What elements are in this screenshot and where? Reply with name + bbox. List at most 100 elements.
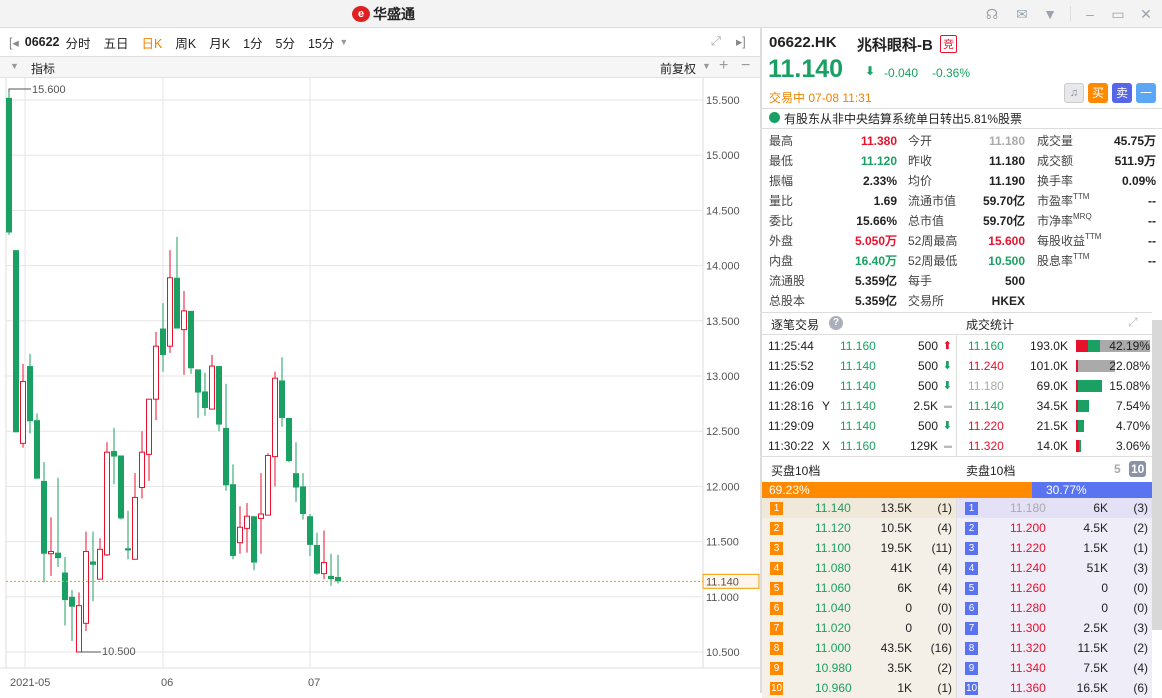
collapse-button[interactable]: 一 xyxy=(1136,83,1156,103)
bid-row[interactable]: 1 11.140 13.5K (1) xyxy=(762,498,957,518)
indicator-row: ▼ 指标 前复权 ▼ + − xyxy=(0,57,760,78)
stat-label: 今开 xyxy=(908,131,932,151)
tab-period[interactable]: 月K xyxy=(209,33,230,52)
mail-icon[interactable]: ✉ xyxy=(1014,6,1030,22)
stat-label: 流通市值 xyxy=(908,191,956,211)
stat-volume: 34.5K xyxy=(1036,399,1068,413)
minimize-button[interactable]: – xyxy=(1082,6,1098,22)
tab-period[interactable]: 分时 xyxy=(66,33,91,52)
bid-row[interactable]: 5 11.060 6K (4) xyxy=(762,578,957,598)
level-volume: 11.5K xyxy=(1077,641,1108,655)
zoom-in-button[interactable]: + xyxy=(719,57,728,75)
fullscreen-icon[interactable]: ⤢ xyxy=(711,34,721,49)
stat-value: 11.180 xyxy=(988,134,1025,148)
depth-10-button[interactable]: 10 xyxy=(1129,461,1147,477)
level-volume: 1K xyxy=(897,681,912,695)
tab-period[interactable]: 15分 xyxy=(308,33,334,52)
indicator-button[interactable]: 指标 xyxy=(31,60,55,77)
candle-body xyxy=(132,496,138,560)
stat-percent: 15.08% xyxy=(1109,379,1150,393)
divider xyxy=(762,128,1162,129)
tab-period[interactable]: 日K xyxy=(142,33,163,52)
level-count: (3) xyxy=(1133,501,1148,515)
y-tick-label: 13.000 xyxy=(706,371,740,383)
y-tick-label: 11.500 xyxy=(706,537,739,549)
stat-volume: 193.0K xyxy=(1029,339,1068,353)
bid-row[interactable]: 7 11.020 0 (0) xyxy=(762,618,957,638)
collapse-right-icon[interactable]: ▸] xyxy=(736,34,746,49)
bid-row[interactable]: 4 11.080 41K (4) xyxy=(762,558,957,578)
candle xyxy=(251,516,257,571)
tab-period[interactable]: 5分 xyxy=(276,33,295,52)
depth-5-button[interactable]: 5 xyxy=(1114,462,1121,476)
stat-value: 0.09% xyxy=(1121,174,1156,188)
candle xyxy=(118,455,124,520)
close-button[interactable]: ✕ xyxy=(1138,6,1154,22)
level-price: 10.960 xyxy=(815,681,852,695)
candle-body xyxy=(279,380,285,418)
bid-row[interactable]: 2 11.120 10.5K (4) xyxy=(762,518,957,538)
sell-button[interactable]: 卖 xyxy=(1112,83,1132,103)
ask-row[interactable]: 4 11.240 51K (3) xyxy=(957,558,1152,578)
ask-row[interactable]: 9 11.340 7.5K (4) xyxy=(957,658,1152,678)
chevron-down-icon[interactable]: ▼ xyxy=(702,61,711,71)
y-tick-label: 11.000 xyxy=(706,592,739,604)
tab-period[interactable]: 周K xyxy=(175,33,196,52)
arrow-down-icon: ⬇ xyxy=(942,420,952,432)
ask-row[interactable]: 3 11.220 1.5K (1) xyxy=(957,538,1152,558)
ask-row[interactable]: 2 11.200 4.5K (2) xyxy=(957,518,1152,538)
ask-row[interactable]: 7 11.300 2.5K (3) xyxy=(957,618,1152,638)
scrollbar[interactable] xyxy=(1152,320,1162,630)
candle-body xyxy=(41,480,47,554)
candle-body xyxy=(244,515,250,529)
level-count: (6) xyxy=(1133,681,1148,695)
stat-label: 市净率MRQ xyxy=(1037,211,1092,231)
help-icon[interactable]: ? xyxy=(829,316,843,330)
ask-row[interactable]: 5 11.260 0 (0) xyxy=(957,578,1152,598)
volume-stat-row: 11.180 69.0K 15.08% xyxy=(957,376,1152,396)
expand-icon[interactable]: ⤢ xyxy=(1128,315,1138,330)
maximize-button[interactable]: ▭ xyxy=(1110,6,1126,22)
buy-button[interactable]: 买 xyxy=(1088,83,1108,103)
stat-label: 量比 xyxy=(769,191,793,211)
zoom-out-button[interactable]: − xyxy=(741,57,750,75)
stat-label-text: 52周最高 xyxy=(908,234,958,248)
level-price: 11.100 xyxy=(815,541,851,555)
chart-toolbar: [◂ 06622 分时 五日 日K 周K 月K 1分 5分 15分 ▼ ⤢ ▸] xyxy=(0,28,760,57)
stat-value: -- xyxy=(1148,214,1156,228)
stat-label: 总股本 xyxy=(769,291,805,311)
ask-row[interactable]: 1 11.180 6K (3) xyxy=(957,498,1152,518)
stat-bar xyxy=(1076,380,1103,392)
level-volume: 0 xyxy=(1101,581,1108,595)
shirt-icon[interactable]: ▼ xyxy=(1042,6,1058,22)
trade-time: 11:30:22 xyxy=(768,439,814,453)
ask-row[interactable]: 6 11.280 0 (0) xyxy=(957,598,1152,618)
stat-volume: 101.0K xyxy=(1029,359,1068,373)
stat-label-text: 最低 xyxy=(769,154,794,168)
chevron-down-icon[interactable]: ▼ xyxy=(339,37,348,47)
stat-value: 5.359亿 xyxy=(854,274,897,288)
adjust-select[interactable]: 前复权 xyxy=(660,60,696,77)
collapse-left-icon[interactable]: [◂ xyxy=(9,35,19,50)
stat-label: 成交额 xyxy=(1037,151,1073,171)
ask-row[interactable]: 8 11.320 11.5K (2) xyxy=(957,638,1152,658)
x-tick-label: 07 xyxy=(308,677,320,689)
bell-icon[interactable]: ♫ xyxy=(1064,83,1084,103)
bid-row[interactable]: 6 11.040 0 (0) xyxy=(762,598,957,618)
bid-row[interactable]: 3 11.100 19.5K (11) xyxy=(762,538,957,558)
stat-label: 成交量 xyxy=(1037,131,1073,151)
bid-row[interactable]: 10 10.960 1K (1) xyxy=(762,678,957,698)
ask-row[interactable]: 10 11.360 16.5K (6) xyxy=(957,678,1152,698)
candlestick-chart[interactable]: 15.500 15.000 14.500 14.000 13.500 13.000 12.5… xyxy=(0,78,760,693)
bid-row[interactable]: 9 10.980 3.5K (2) xyxy=(762,658,957,678)
bid-row[interactable]: 8 11.000 43.5K (16) xyxy=(762,638,957,658)
tab-period[interactable]: 五日 xyxy=(104,33,129,52)
level-price: 10.980 xyxy=(815,661,852,675)
news-notice[interactable]: 有股东从非中央结算系统单日转出5.81%股票 xyxy=(784,110,1022,127)
level-badge: 1 xyxy=(965,502,978,515)
level-count: (4) xyxy=(937,581,952,595)
chevron-down-icon[interactable]: ▼ xyxy=(10,61,19,71)
level-count: (2) xyxy=(1133,521,1148,535)
tab-period[interactable]: 1分 xyxy=(243,33,262,52)
headset-icon[interactable]: ☊ xyxy=(984,6,1000,22)
